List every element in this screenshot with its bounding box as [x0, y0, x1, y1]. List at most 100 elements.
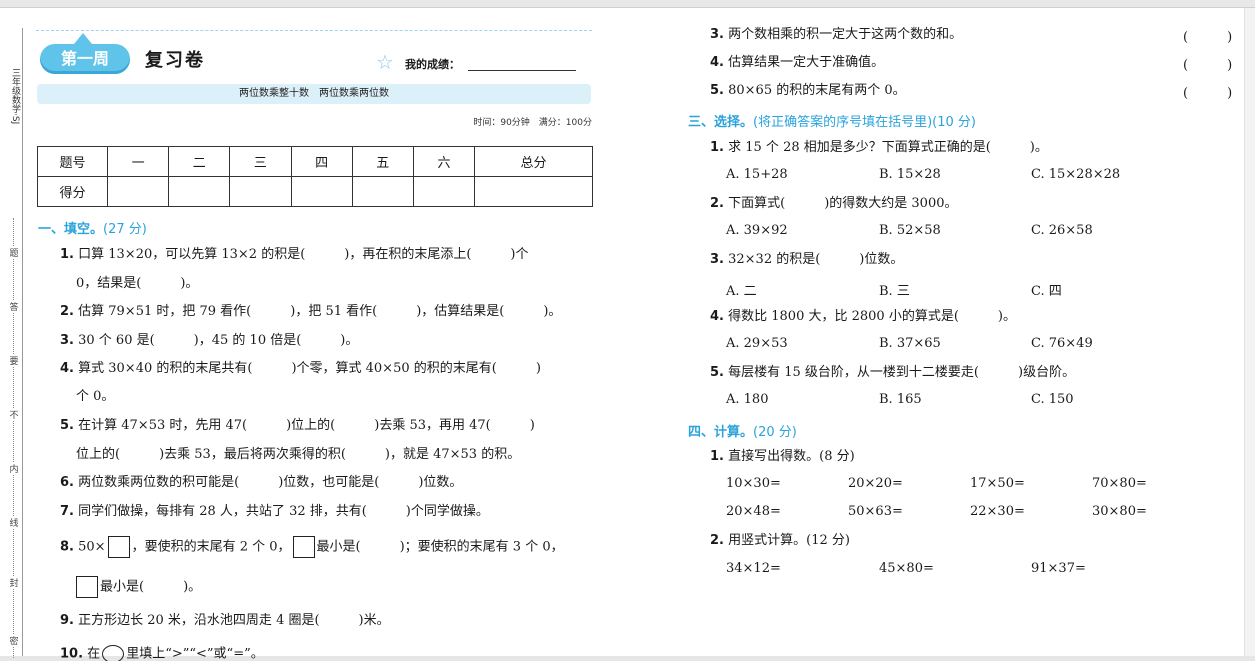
margin-char: 题 [8, 246, 20, 259]
question-1-cont: 0，结果是( )。 [76, 276, 199, 291]
section-heading: 四、计算。(20 分) [688, 421, 797, 440]
question-8-cont: 最小是( )。 [74, 576, 201, 598]
calc-item: 22×30= [970, 504, 1025, 519]
question-text: 估算结果一定大于准确值。 [728, 55, 885, 70]
question-number: 3. [60, 333, 74, 348]
question-number: 3. [710, 252, 724, 267]
question-text: 50× [78, 539, 106, 555]
score-cell [412, 176, 476, 207]
option-a: A. 29×53 [726, 336, 788, 351]
viewer-top-bar [0, 0, 1255, 8]
topic-subtitle: 两位数乘整十数 两位数乘两位数 [37, 84, 591, 104]
tf-question-5: 5. 80×65 的积的末尾有两个 0。 [710, 82, 906, 100]
question-text: 两个数相乘的积一定大于这两个数的和。 [728, 27, 963, 42]
margin-char: 不 [8, 408, 20, 421]
section-points: (27 分) [103, 222, 147, 237]
table-cell: 总分 [474, 146, 593, 177]
binding-margin: 三年级数学·SJ 题 答 要 不 内 线 封 密 [0, 8, 26, 658]
question-number: 4. [60, 361, 74, 376]
calc-item: 91×37= [1031, 561, 1086, 576]
score-underline [468, 70, 576, 71]
option-b: B. 165 [879, 392, 922, 407]
margin-dotted-line [13, 218, 14, 658]
question-number: 2. [710, 196, 724, 211]
option-a: A. 180 [726, 392, 769, 407]
table-cell: 三 [229, 146, 292, 177]
header-dashed-rule [36, 30, 592, 31]
option-c: C. 15×28×28 [1031, 167, 1121, 182]
question-text: 估算 79×51 时，把 79 看作( )，把 51 看作( )，估算结果是( … [78, 304, 562, 319]
score-label: 我的成绩： [405, 58, 460, 71]
question-number: 1. [710, 140, 724, 155]
choice-question-4: 4. 得数比 1800 大，比 2800 小的算式是( )。 [710, 308, 1016, 326]
answer-box[interactable] [292, 536, 315, 558]
question-4-cont: 个 0。 [76, 389, 115, 404]
score-cell [229, 176, 292, 207]
option-c: C. 四 [1031, 284, 1062, 299]
question-text: 得数比 1800 大，比 2800 小的算式是( )。 [728, 309, 1016, 324]
question-5-cont: 位上的( )去乘 53，最后将两次乘得的积( )，就是 47×53 的积。 [76, 447, 521, 462]
question-text: 最小是( )。 [100, 579, 202, 595]
question-5: 5. 在计算 47×53 时，先用 47( )位上的( )去乘 53，再用 47… [60, 417, 535, 435]
question-number: 3. [710, 27, 724, 42]
answer-parentheses[interactable]: ( ) [1183, 26, 1232, 45]
score-cell [106, 176, 170, 207]
answer-box[interactable] [107, 536, 130, 558]
choice-question-3: 3. 32×32 的积是( )位数。 [710, 251, 903, 269]
calc-item: 10×30= [726, 476, 781, 491]
table-cell: 四 [290, 146, 353, 177]
table-cell: 五 [351, 146, 414, 177]
calc-item: 20×48= [726, 504, 781, 519]
question-number: 2. [60, 304, 74, 319]
question-number: 10. [60, 646, 84, 661]
question-text: 里填上“>”“<”或“=”。 [126, 646, 264, 661]
question-text: 正方形边长 20 米，沿水池四周走 4 圈是( )米。 [78, 613, 390, 628]
margin-char: 封 [8, 576, 20, 589]
question-7: 7. 同学们做操，每排有 28 人，共站了 32 排，共有( )个同学做操。 [60, 503, 489, 521]
answer-parentheses[interactable]: ( ) [1183, 54, 1232, 73]
section-title: 三、选择。 [688, 115, 754, 130]
time-info: 时间：90分钟 满分：100分 [473, 118, 592, 128]
question-text: 80×65 的积的末尾有两个 0。 [728, 83, 906, 98]
calc-item: 20×20= [848, 476, 903, 491]
section-title: 一、填空。 [38, 222, 104, 237]
question-10: 10. 在 里填上“>”“<”或“=”。 [60, 645, 264, 661]
calc-item: 34×12= [726, 561, 781, 576]
option-a: A. 二 [726, 284, 757, 299]
section-title: 四、计算。 [688, 425, 754, 440]
answer-parentheses[interactable]: ( ) [1183, 82, 1232, 101]
question-number: 5. [710, 365, 724, 380]
choice-question-5: 5. 每层楼有 15 级台阶，从一楼到十二楼要走( )级台阶。 [710, 364, 1075, 382]
tf-question-3: 3. 两个数相乘的积一定大于这两个数的和。 [710, 26, 962, 44]
calc-part-1: 1. 直接写出得数。(8 分) [710, 448, 855, 466]
score-cell [474, 176, 593, 207]
question-3: 3. 30 个 60 是( )，45 的 10 倍是( )。 [60, 332, 358, 350]
question-number: 2. [710, 533, 724, 548]
section-points: (20 分) [753, 425, 797, 440]
table-row: 得分 [37, 176, 593, 207]
question-4: 4. 算式 30×40 的积的末尾共有( )个零，算式 40×50 的积的末尾有… [60, 360, 541, 378]
section-heading: 三、选择。(将正确答案的序号填在括号里)(10 分) [688, 111, 976, 130]
option-c: C. 76×49 [1031, 336, 1093, 351]
question-text: 直接写出得数。(8 分) [728, 449, 855, 464]
question-text: 同学们做操，每排有 28 人，共站了 32 排，共有( )个同学做操。 [78, 504, 489, 519]
question-number: 4. [710, 309, 724, 324]
star-icon: ☆ [376, 50, 394, 74]
question-9: 9. 正方形边长 20 米，沿水池四周走 4 圈是( )米。 [60, 612, 390, 630]
question-text: 用竖式计算。(12 分) [728, 533, 850, 548]
answer-box[interactable] [76, 576, 98, 598]
question-number: 7. [60, 504, 74, 519]
vertical-scrollbar[interactable] [1244, 8, 1255, 656]
question-number: 1. [710, 449, 724, 464]
question-number: 8. [60, 539, 74, 555]
table-cell: 一 [106, 146, 170, 177]
question-text: 在计算 47×53 时，先用 47( )位上的( )去乘 53，再用 47( ) [78, 418, 535, 433]
question-text: 最小是( )；要使积的末尾有 3 个 0， [316, 539, 564, 555]
option-b: B. 52×58 [879, 223, 941, 238]
page-title: 复习卷 [145, 50, 205, 71]
badge-pointer [74, 33, 92, 44]
option-c: C. 26×58 [1031, 223, 1093, 238]
question-number: 6. [60, 475, 74, 490]
option-a: A. 15+28 [726, 167, 788, 182]
answer-circle[interactable] [102, 645, 125, 661]
